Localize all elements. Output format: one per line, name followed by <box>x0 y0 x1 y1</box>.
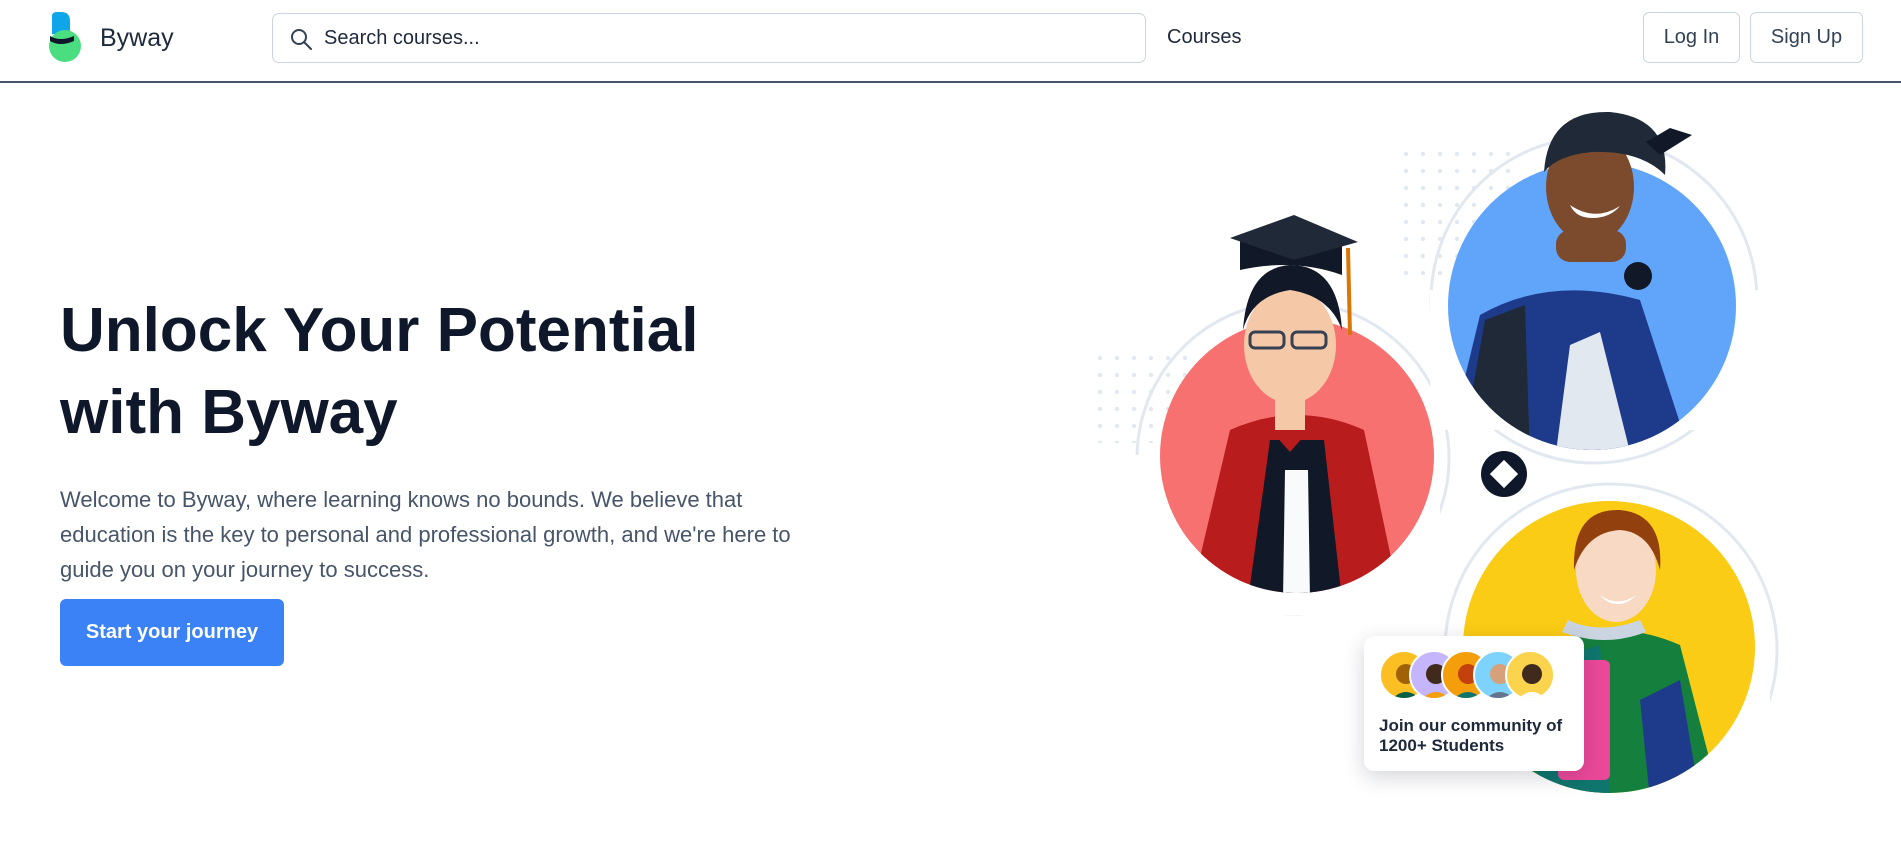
hero-title-line-1: Unlock Your Potential <box>60 296 699 365</box>
search-icon <box>291 29 312 50</box>
hero-description: Welcome to Byway, where learning knows n… <box>60 487 791 582</box>
avatar <box>1505 650 1555 700</box>
search-input[interactable] <box>324 14 1124 62</box>
login-button[interactable]: Log In <box>1643 12 1740 63</box>
community-line-1: Join our community of <box>1379 716 1563 735</box>
brand-name[interactable]: Byway <box>100 24 174 53</box>
community-card: Join our community of 1200+ Students <box>1364 636 1584 771</box>
avatar-group <box>1379 650 1579 702</box>
top-navbar: Byway Courses Log In Sign Up <box>0 0 1901 83</box>
community-caption: Join our community of 1200+ Students <box>1379 716 1574 756</box>
logo-icon[interactable] <box>48 12 82 64</box>
hero-title-line-2: with Byway <box>60 378 398 447</box>
signup-button[interactable]: Sign Up <box>1750 12 1863 63</box>
search-bar[interactable] <box>272 13 1146 63</box>
community-line-2: 1200+ Students <box>1379 736 1505 755</box>
hero-title: Unlock Your Potential with Byway <box>60 290 840 454</box>
start-journey-button[interactable]: Start your journey <box>60 599 284 666</box>
nav-link-courses[interactable]: Courses <box>1167 26 1241 49</box>
